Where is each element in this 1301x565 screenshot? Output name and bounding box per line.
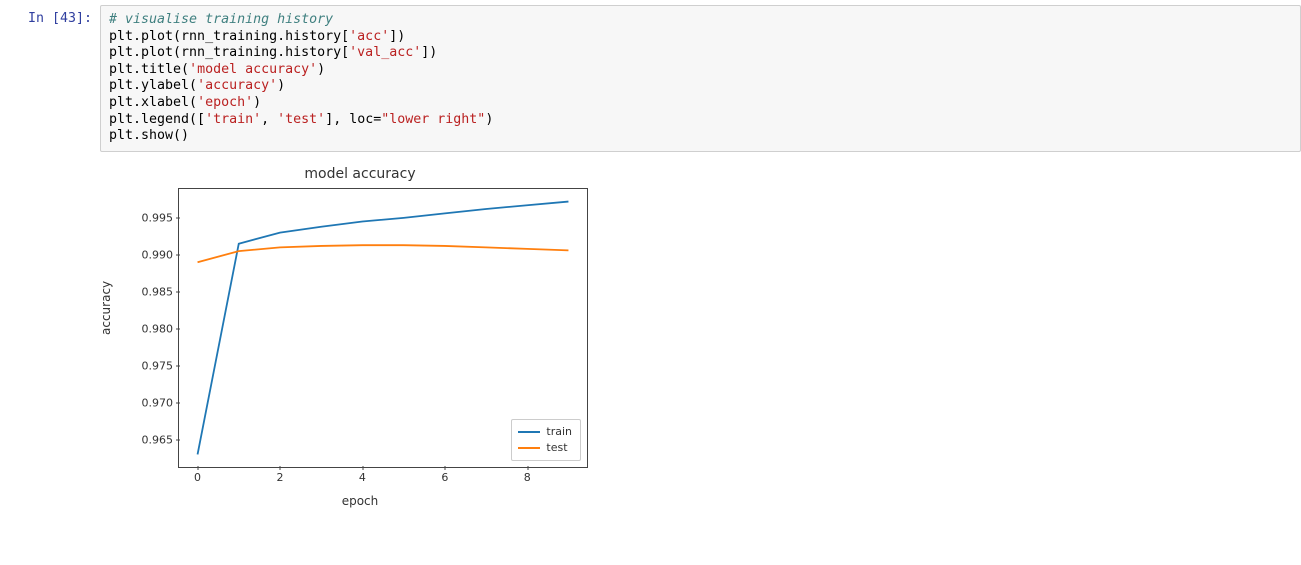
chart-ylabel: accuracy (99, 281, 113, 335)
chart-ytick: 0.985 (142, 285, 180, 298)
input-prompt: In [43]: (0, 5, 100, 26)
code[interactable]: # visualise training history plt.plot(rn… (109, 12, 1292, 145)
legend-swatch-test (518, 447, 540, 449)
chart-xlabel: epoch (100, 494, 620, 508)
chart-ytick: 0.990 (142, 248, 180, 261)
legend-row-test: test (518, 440, 572, 456)
notebook-cell: In [43]: # visualise training history pl… (0, 0, 1301, 152)
legend-swatch-train (518, 431, 540, 433)
legend-label-test: test (546, 440, 567, 456)
code-comment: # visualise training history (109, 12, 333, 27)
chart-xtick: 2 (276, 467, 283, 484)
chart-ytick: 0.980 (142, 322, 180, 335)
chart-ytick: 0.970 (142, 396, 180, 409)
chart-xtick: 8 (524, 467, 531, 484)
output-area: model accuracy accuracy epoch train test… (100, 152, 1301, 510)
chart-xtick: 4 (359, 467, 366, 484)
output-row: model accuracy accuracy epoch train test… (0, 152, 1301, 510)
chart-ytick: 0.965 (142, 433, 180, 446)
chart-title: model accuracy (100, 166, 620, 182)
legend-label-train: train (546, 424, 572, 440)
code-input-area[interactable]: # visualise training history plt.plot(rn… (100, 5, 1301, 152)
chart-series-train (198, 201, 569, 454)
legend-row-train: train (518, 424, 572, 440)
chart-ytick: 0.995 (142, 211, 180, 224)
chart-xtick: 0 (194, 467, 201, 484)
chart-axes: train test 0.9650.9700.9750.9800.9850.99… (178, 188, 588, 468)
chart-figure: model accuracy accuracy epoch train test… (100, 160, 620, 510)
chart-legend: train test (511, 419, 581, 461)
chart-ytick: 0.975 (142, 359, 180, 372)
chart-series-test (198, 245, 569, 262)
chart-xtick: 6 (441, 467, 448, 484)
